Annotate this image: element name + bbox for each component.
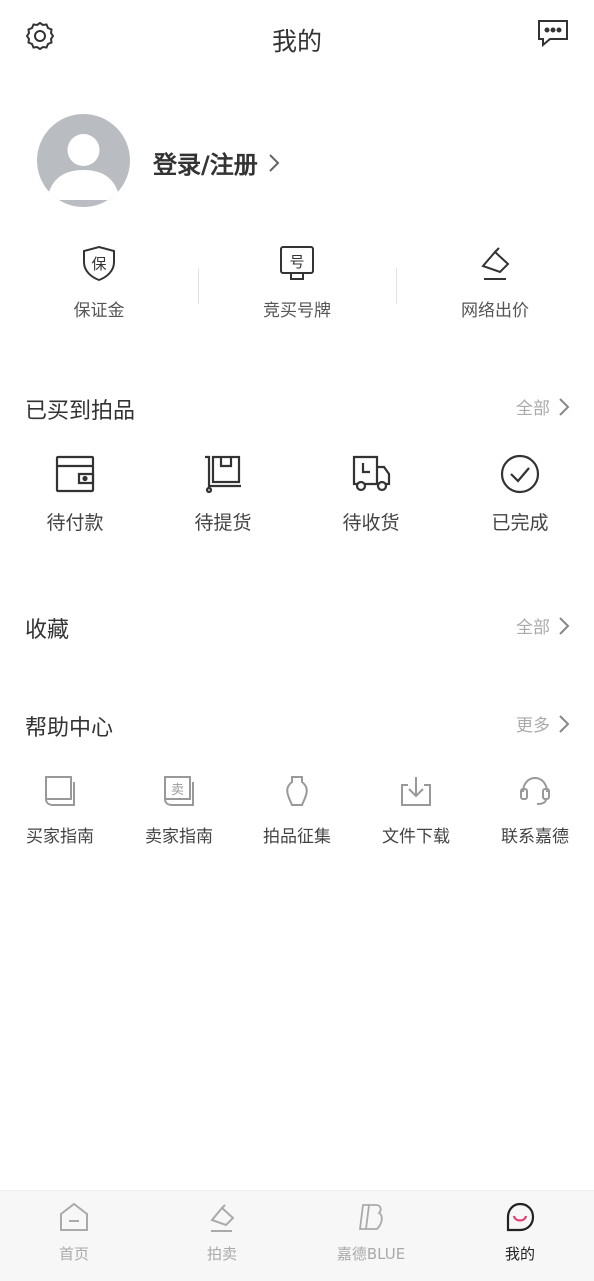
buyer-guide-button[interactable]: 买家指南 bbox=[5, 774, 115, 847]
completed-button[interactable]: 已完成 bbox=[465, 454, 575, 535]
online-bid-label: 网络出价 bbox=[461, 301, 529, 321]
tab-blue-label: 嘉德BLUE bbox=[336, 1245, 406, 1263]
gavel-icon bbox=[405, 244, 585, 282]
deposit-label: 保证金 bbox=[73, 301, 125, 321]
home-icon bbox=[0, 1199, 148, 1235]
chevron-right-icon bbox=[558, 397, 570, 417]
contact-us-label: 联系嘉德 bbox=[501, 827, 569, 847]
all-label: 全部 bbox=[516, 618, 550, 638]
svg-text:保: 保 bbox=[91, 255, 106, 273]
message-icon[interactable] bbox=[536, 18, 570, 48]
headset-icon bbox=[480, 774, 590, 808]
seller-guide-label: 卖家指南 bbox=[145, 827, 213, 847]
contact-us-button[interactable]: 联系嘉德 bbox=[480, 774, 590, 847]
vase-icon bbox=[242, 774, 352, 808]
login-register-label: 登录/注册 bbox=[153, 151, 258, 179]
tab-auction[interactable]: 拍卖 bbox=[148, 1199, 296, 1264]
chevron-right-icon bbox=[558, 714, 570, 734]
online-bid-button[interactable]: 网络出价 bbox=[405, 244, 585, 321]
bid-paddle-label: 竞买号牌 bbox=[263, 301, 331, 321]
tab-auction-label: 拍卖 bbox=[206, 1245, 237, 1263]
file-download-button[interactable]: 文件下载 bbox=[361, 774, 471, 847]
shield-deposit-icon: 保 bbox=[9, 244, 189, 282]
bid-paddle-icon: 号 bbox=[207, 244, 387, 282]
help-more-link[interactable]: 更多 bbox=[516, 711, 570, 736]
tab-home-label: 首页 bbox=[58, 1245, 89, 1263]
book-icon bbox=[5, 774, 115, 808]
all-label: 全部 bbox=[516, 399, 550, 419]
download-icon bbox=[361, 774, 471, 808]
purchased-all-link[interactable]: 全部 bbox=[516, 394, 570, 419]
deposit-button[interactable]: 保 保证金 bbox=[9, 244, 189, 321]
tab-blue[interactable]: 嘉德BLUE bbox=[297, 1199, 445, 1264]
check-circle-icon bbox=[465, 454, 575, 494]
wallet-icon bbox=[20, 454, 130, 494]
auction-icon bbox=[148, 1199, 296, 1235]
page-title: 我的 bbox=[271, 27, 322, 56]
svg-text:号: 号 bbox=[289, 253, 304, 271]
pending-receipt-label: 待收货 bbox=[342, 512, 400, 534]
tab-home[interactable]: 首页 bbox=[0, 1199, 148, 1264]
lot-collection-button[interactable]: 拍品征集 bbox=[242, 774, 352, 847]
pending-payment-button[interactable]: 待付款 bbox=[20, 454, 130, 535]
svg-text:卖: 卖 bbox=[171, 783, 184, 798]
tab-mine[interactable]: 我的 bbox=[446, 1199, 594, 1264]
login-register-link[interactable]: 登录/注册 bbox=[153, 145, 280, 180]
file-download-label: 文件下载 bbox=[382, 827, 450, 847]
buyer-guide-label: 买家指南 bbox=[26, 827, 94, 847]
completed-label: 已完成 bbox=[491, 512, 549, 534]
bid-paddle-button[interactable]: 号 竞买号牌 bbox=[207, 244, 387, 321]
more-label: 更多 bbox=[516, 716, 550, 736]
tab-mine-label: 我的 bbox=[504, 1245, 535, 1263]
bottom-tab-bar: 首页 拍卖 嘉德BLUE 我的 bbox=[0, 1190, 594, 1281]
profile-icon bbox=[446, 1199, 594, 1235]
pending-pickup-button[interactable]: 待提货 bbox=[168, 454, 278, 535]
help-section-title: 帮助中心 bbox=[25, 716, 114, 741]
chevron-right-icon bbox=[558, 616, 570, 636]
divider bbox=[198, 268, 199, 304]
favorites-all-link[interactable]: 全部 bbox=[516, 613, 570, 638]
pending-receipt-button[interactable]: 待收货 bbox=[316, 454, 426, 535]
divider bbox=[396, 268, 397, 304]
pending-pickup-label: 待提货 bbox=[194, 512, 252, 534]
pending-payment-label: 待付款 bbox=[46, 512, 104, 534]
delivery-truck-icon bbox=[316, 454, 426, 494]
chevron-right-icon bbox=[268, 153, 280, 173]
blue-logo-icon bbox=[297, 1199, 445, 1235]
avatar[interactable] bbox=[37, 114, 130, 207]
seller-book-icon: 卖 bbox=[124, 774, 234, 808]
seller-guide-button[interactable]: 卖 卖家指南 bbox=[124, 774, 234, 847]
lot-collection-label: 拍品征集 bbox=[263, 827, 331, 847]
purchased-section-title: 已买到拍品 bbox=[25, 399, 136, 424]
favorites-section-title: 收藏 bbox=[25, 618, 70, 643]
pickup-cart-icon bbox=[168, 454, 278, 494]
